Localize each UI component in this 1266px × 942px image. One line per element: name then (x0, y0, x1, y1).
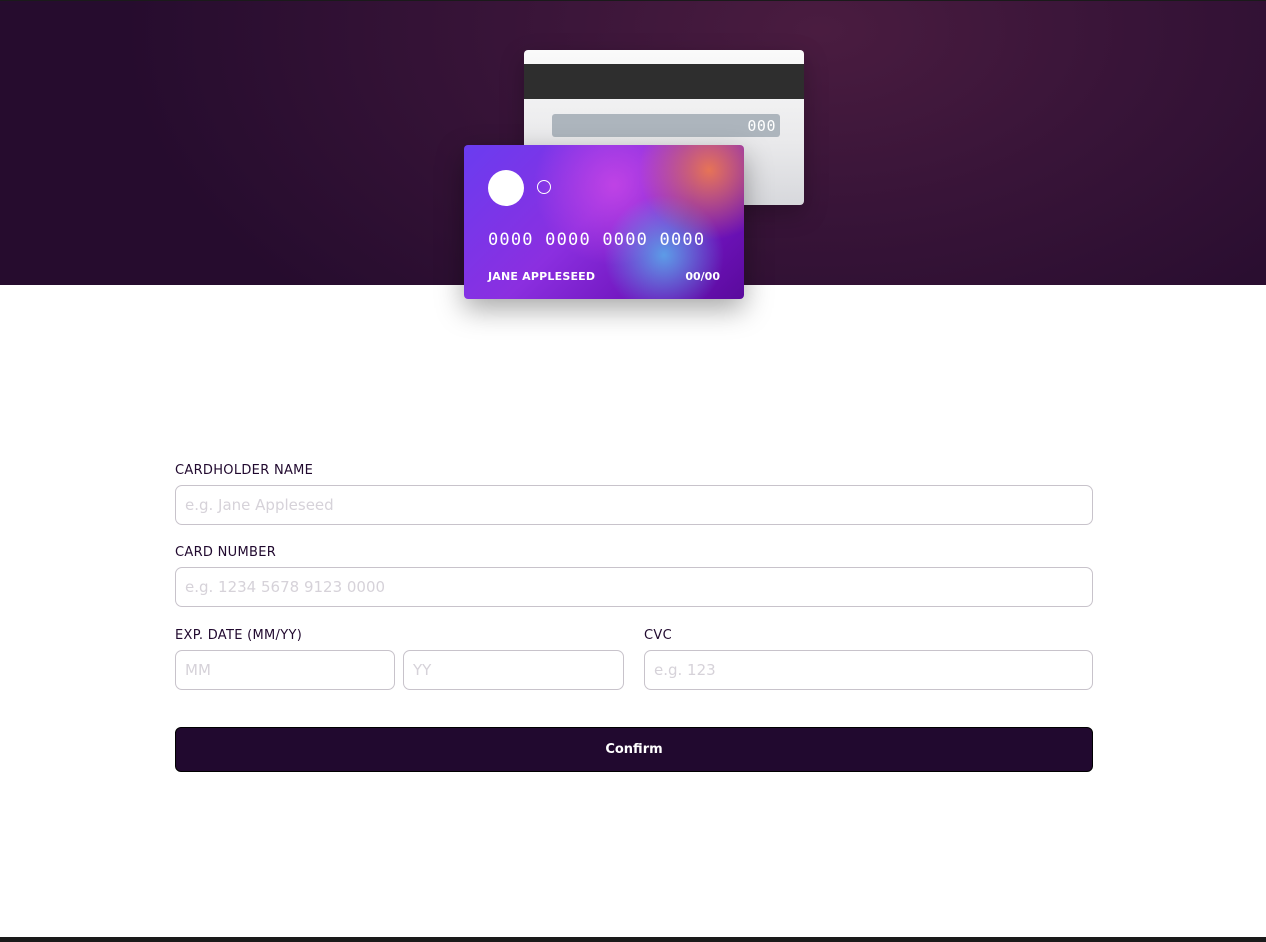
card-number-input[interactable] (175, 567, 1093, 607)
cvc-input[interactable] (644, 650, 1093, 690)
card-number-label: CARD NUMBER (175, 545, 277, 560)
card-front-expiry: 00/00 (685, 270, 720, 283)
card-front-number: 0000 0000 0000 0000 (488, 230, 706, 250)
exp-date-label: EXP. DATE (MM/YY) (175, 628, 303, 643)
signature-strip (552, 114, 780, 137)
card-logo-ring-icon (537, 180, 551, 194)
exp-month-input[interactable] (175, 650, 395, 690)
cvc-label: CVC (644, 628, 672, 643)
card-back-cvc: 000 (747, 117, 776, 135)
card-front-holder: JANE APPLESEED (488, 270, 596, 283)
bottom-edge-bar (0, 937, 1266, 942)
magnetic-stripe (524, 64, 804, 99)
cardholder-name-input[interactable] (175, 485, 1093, 525)
card-front: 0000 0000 0000 0000 JANE APPLESEED 00/00 (464, 145, 744, 299)
cardholder-name-label: CARDHOLDER NAME (175, 463, 314, 478)
card-logo-circle-icon (488, 170, 524, 206)
confirm-button[interactable]: Confirm (175, 727, 1093, 772)
exp-year-input[interactable] (403, 650, 624, 690)
